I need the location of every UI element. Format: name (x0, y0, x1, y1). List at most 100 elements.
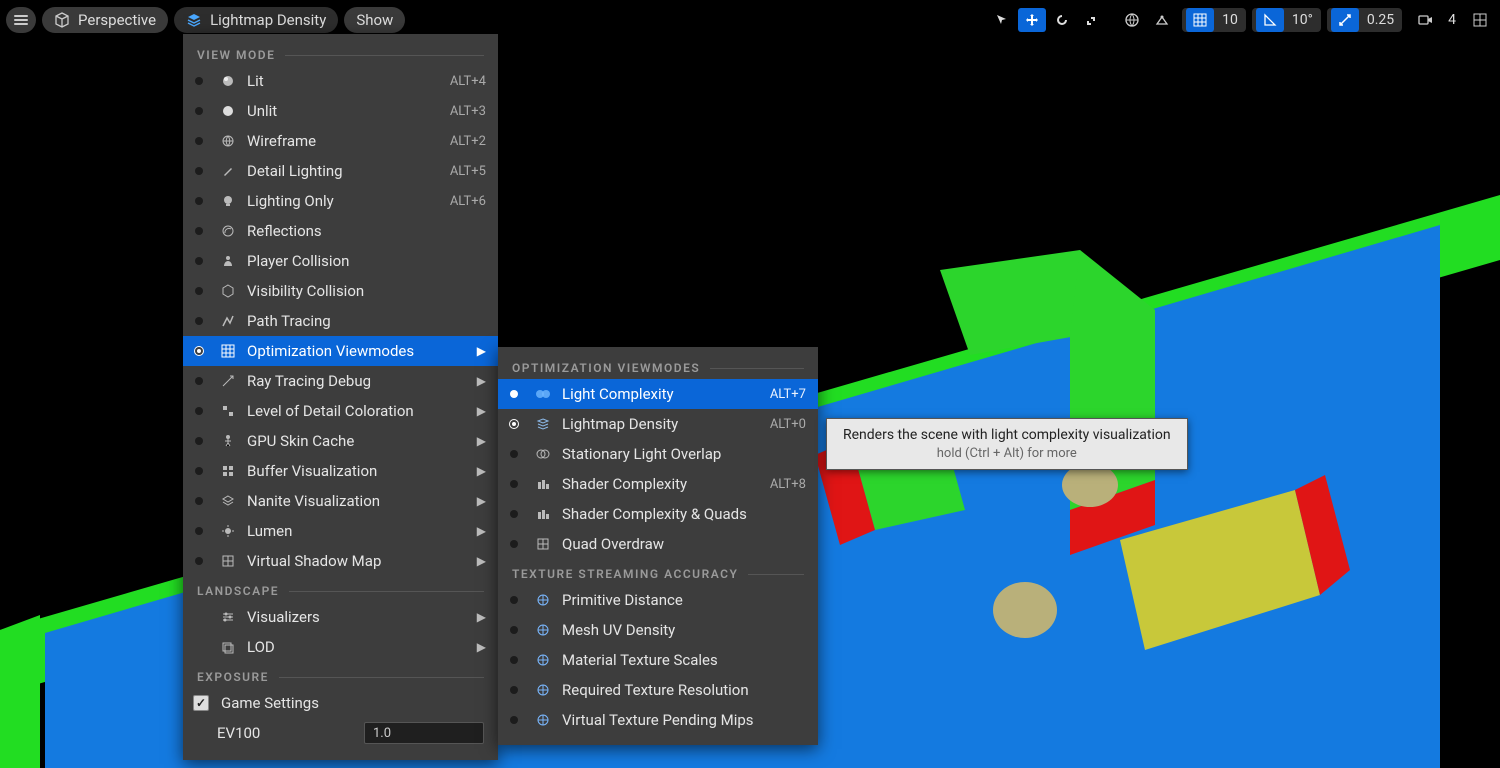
tooltip-title: Renders the scene with light complexity … (843, 427, 1171, 443)
pawn-icon (219, 252, 237, 270)
mi-player-collision[interactable]: Player Collision (183, 246, 498, 276)
mi-lit[interactable]: LitALT+4 (183, 66, 498, 96)
game-settings-checkbox-row[interactable]: ✓ Game Settings (183, 688, 498, 718)
mi-detail-lighting[interactable]: Detail LightingALT+5 (183, 156, 498, 186)
viewmode-label: Lightmap Density (210, 11, 326, 29)
sphere-unlit-icon (219, 102, 237, 120)
viewmode-dropdown[interactable]: Lightmap Density (174, 7, 338, 33)
quad-icon (534, 535, 552, 553)
nanite-icon (219, 492, 237, 510)
target-icon (534, 651, 552, 669)
scale-snap-value[interactable]: 0.25 (1363, 12, 1398, 28)
chevron-right-icon: ▶ (476, 434, 486, 448)
mi-buffer-visualization[interactable]: Buffer Visualization▶ (183, 456, 498, 486)
section-exposure: EXPOSURE (183, 662, 498, 688)
mi-path-tracing[interactable]: Path Tracing (183, 306, 498, 336)
grid-snap-toggle[interactable] (1186, 8, 1214, 32)
select-tool[interactable] (988, 8, 1016, 32)
mi-mesh-uv-density[interactable]: Mesh UV Density (498, 615, 818, 645)
mi-lod-coloration[interactable]: Level of Detail Coloration▶ (183, 396, 498, 426)
scale-tool[interactable] (1078, 8, 1106, 32)
tooltip-hint: hold (Ctrl + Alt) for more (843, 446, 1171, 461)
path-icon (219, 312, 237, 330)
viewport-options-button[interactable] (6, 7, 36, 33)
mi-required-texture-resolution[interactable]: Required Texture Resolution (498, 675, 818, 705)
camera-speed-group: 4 (1408, 8, 1464, 32)
mi-quad-overdraw[interactable]: Quad Overdraw (498, 529, 818, 559)
mi-lighting-only[interactable]: Lighting OnlyALT+6 (183, 186, 498, 216)
optimization-viewmodes-submenu: OPTIMIZATION VIEWMODES Light ComplexityA… (498, 347, 818, 745)
mi-light-complexity[interactable]: Light ComplexityALT+7 (498, 379, 818, 409)
mi-ray-tracing-debug[interactable]: Ray Tracing Debug▶ (183, 366, 498, 396)
light-complexity-icon (534, 385, 552, 403)
mi-virtual-shadow-map[interactable]: Virtual Shadow Map▶ (183, 546, 498, 576)
perspective-dropdown[interactable]: Perspective (42, 7, 168, 33)
mi-lightmap-density[interactable]: Lightmap DensityALT+0 (498, 409, 818, 439)
stack-icon (219, 638, 237, 656)
game-settings-checkbox[interactable]: ✓ (193, 695, 209, 711)
camera-speed-icon[interactable] (1412, 8, 1440, 32)
coord-space-toggle[interactable] (1118, 8, 1146, 32)
viewport-toolbar: Perspective Lightmap Density Show 10 10°… (0, 6, 1500, 34)
chevron-right-icon: ▶ (476, 404, 486, 418)
bulb-icon (219, 192, 237, 210)
ev100-input[interactable]: 1.0 (364, 722, 484, 744)
target-icon (534, 591, 552, 609)
mi-lumen[interactable]: Lumen▶ (183, 516, 498, 546)
ray-icon (219, 372, 237, 390)
mi-visibility-collision[interactable]: Visibility Collision (183, 276, 498, 306)
target-icon (534, 711, 552, 729)
sphere-lit-icon (219, 72, 237, 90)
lumen-icon (219, 522, 237, 540)
tooltip: Renders the scene with light complexity … (826, 418, 1188, 470)
mi-reflections[interactable]: Reflections (183, 216, 498, 246)
viewmode-menu: VIEW MODE LitALT+4 UnlitALT+3 WireframeA… (183, 34, 498, 760)
cube-outline-icon (219, 282, 237, 300)
grid-snap-value[interactable]: 10 (1218, 12, 1242, 28)
layers-icon (186, 12, 202, 28)
section-view-mode: VIEW MODE (183, 40, 498, 66)
buffers-icon (219, 462, 237, 480)
angle-snap-group: 10° (1252, 8, 1321, 32)
mi-primitive-distance[interactable]: Primitive Distance (498, 585, 818, 615)
shader-icon (534, 475, 552, 493)
brush-icon (219, 162, 237, 180)
chevron-right-icon: ▶ (476, 610, 486, 624)
grid-snap-group: 10 (1182, 8, 1246, 32)
mi-lod[interactable]: LOD▶ (183, 632, 498, 662)
perspective-label: Perspective (78, 11, 156, 29)
game-settings-label: Game Settings (221, 694, 319, 712)
mi-shader-complexity[interactable]: Shader ComplexityALT+8 (498, 469, 818, 499)
mi-wireframe[interactable]: WireframeALT+2 (183, 126, 498, 156)
scale-snap-toggle[interactable] (1331, 8, 1359, 32)
ev100-label: EV100 (217, 724, 350, 742)
mi-virtual-texture-pending-mips[interactable]: Virtual Texture Pending Mips (498, 705, 818, 735)
vsm-icon (219, 552, 237, 570)
chevron-right-icon: ▶ (476, 554, 486, 568)
mi-unlit[interactable]: UnlitALT+3 (183, 96, 498, 126)
chevron-right-icon: ▶ (476, 464, 486, 478)
mi-gpu-skin-cache[interactable]: GPU Skin Cache▶ (183, 426, 498, 456)
surface-snap-toggle[interactable] (1148, 8, 1176, 32)
section-texture-streaming: TEXTURE STREAMING ACCURACY (498, 559, 818, 585)
section-opt-viewmodes: OPTIMIZATION VIEWMODES (498, 353, 818, 379)
camera-speed-value[interactable]: 4 (1444, 12, 1460, 28)
rotate-tool[interactable] (1048, 8, 1076, 32)
layers-icon (534, 415, 552, 433)
scale-snap-group: 0.25 (1327, 8, 1402, 32)
mi-shader-complexity-quads[interactable]: Shader Complexity & Quads (498, 499, 818, 529)
mi-nanite-visualization[interactable]: Nanite Visualization▶ (183, 486, 498, 516)
chevron-right-icon: ▶ (476, 524, 486, 538)
viewport-layout-button[interactable] (1466, 8, 1494, 32)
skeleton-icon (219, 432, 237, 450)
mi-stationary-light-overlap[interactable]: Stationary Light Overlap (498, 439, 818, 469)
move-tool[interactable] (1018, 8, 1046, 32)
mi-optimization-viewmodes[interactable]: Optimization Viewmodes▶ (183, 336, 498, 366)
angle-snap-toggle[interactable] (1256, 8, 1284, 32)
mi-visualizers[interactable]: Visualizers▶ (183, 602, 498, 632)
reflect-icon (219, 222, 237, 240)
lod-icon (219, 402, 237, 420)
angle-snap-value[interactable]: 10° (1288, 12, 1317, 28)
mi-material-texture-scales[interactable]: Material Texture Scales (498, 645, 818, 675)
show-dropdown[interactable]: Show (344, 7, 405, 33)
